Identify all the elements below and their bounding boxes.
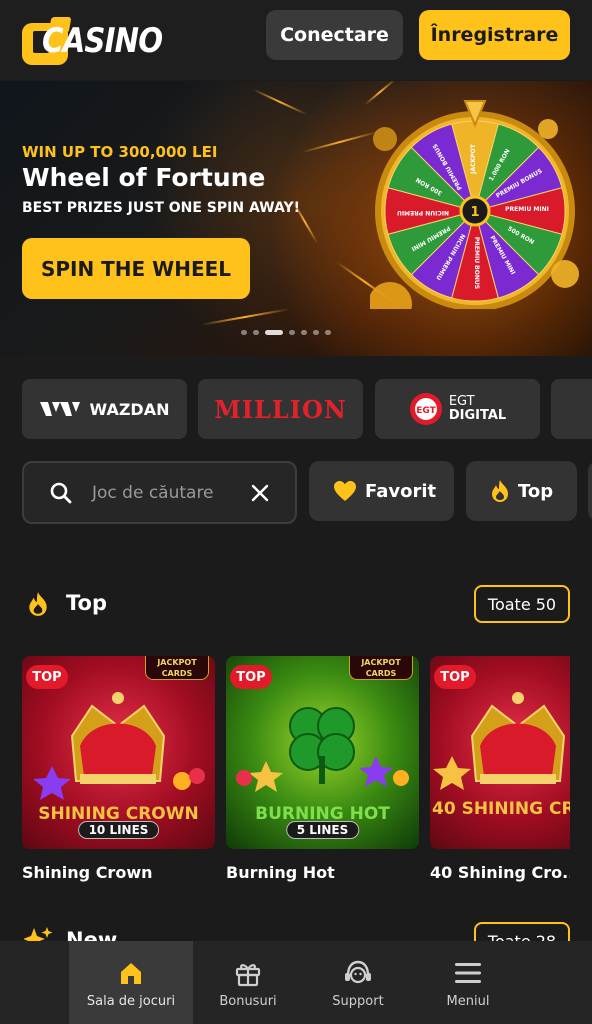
banner-title: Wheel of Fortune (22, 163, 266, 192)
clear-search-icon[interactable] (250, 483, 270, 503)
nav-label: Meniul (446, 994, 490, 1009)
wheel-segment-label: PREMIU BONUS (473, 237, 480, 289)
provider-million[interactable]: MILLION (198, 379, 363, 439)
menu-icon (455, 963, 481, 983)
card-art-lines: 5 LINES (285, 821, 360, 839)
nav-item-games-lobby[interactable]: Sala de jocuri (69, 941, 193, 1024)
banner-subtitle: BEST PRIZES JUST ONE SPIN AWAY! (22, 200, 300, 216)
card-art-lines: 10 LINES (77, 821, 160, 839)
flame-icon (492, 480, 508, 502)
see-all-top-button[interactable]: Toate 50 (474, 585, 570, 623)
home-icon (121, 963, 141, 984)
spin-wheel-button[interactable]: SPIN THE WHEEL (22, 238, 250, 299)
provider-sublabel: DIGITAL (448, 408, 507, 423)
game-card-40-shining-crown[interactable]: TOP 40 SHINING CR (430, 656, 570, 849)
flame-icon (29, 592, 47, 616)
game-name[interactable]: 40 Shining Cro... (430, 863, 570, 882)
heart-icon (334, 481, 356, 501)
logo-text: CASINO (42, 21, 163, 61)
providers-strip: WAZDAN MILLION EGT EGT DIGITAL (22, 379, 592, 439)
svg-text:EGT: EGT (416, 406, 436, 416)
nav-label: Sala de jocuri (86, 994, 176, 1009)
register-button[interactable]: Înregistrare (419, 10, 570, 60)
wheel-segment-label: NICIUN PREMIU (397, 209, 449, 216)
game-card-shining-crown[interactable]: TOP JACKPOT CARDS SHINING CROWN 10 LINES (22, 656, 215, 849)
top-header: CASINO Conectare Înregistrare (0, 0, 592, 80)
wheel-segment-label: JACKPOT (470, 143, 477, 174)
bottom-navigation: Sala de jocuri Bonusuri Support Meniul (0, 941, 592, 1024)
search-placeholder: Joc de căutare (92, 483, 214, 503)
svg-text:1: 1 (470, 205, 479, 220)
section-title-top: Top (66, 591, 107, 615)
jackpot-cards-badge: JACKPOT CARDS (145, 656, 209, 680)
pagination-dot[interactable] (325, 330, 331, 335)
banner-pagination (241, 330, 331, 335)
nav-item-bonuses[interactable]: Bonusuri (186, 941, 310, 1024)
provider-label: WAZDAN (89, 399, 170, 419)
egt-logo-icon: EGT (409, 393, 442, 425)
promo-banner[interactable]: WIN UP TO 300,000 LEI Wheel of Fortune B… (0, 81, 592, 356)
nav-label: Support (332, 994, 384, 1009)
provider-label: MILLION (214, 394, 347, 424)
nav-label: Bonusuri (219, 994, 277, 1009)
filter-favorite[interactable]: Favorit (309, 461, 454, 521)
filter-favorite-label: Favorit (365, 480, 437, 502)
provider-label: EGT (448, 394, 475, 409)
fortune-wheel-image: JACKPOT 1.000 RONPREMIU BONUSPREMIU MINI5… (370, 100, 579, 309)
provider-wazdan[interactable]: WAZDAN (22, 379, 187, 439)
logo-mark-icon (22, 17, 72, 65)
game-name[interactable]: Shining Crown (22, 863, 215, 882)
provider-egt[interactable]: EGT EGT DIGITAL (375, 379, 540, 439)
casino-logo[interactable]: CASINO (22, 12, 182, 70)
wheel-segment-label: PREMIU MINI (505, 206, 549, 213)
pagination-dot[interactable] (313, 330, 319, 335)
card-art-title: 40 SHINING CR (432, 799, 570, 819)
pagination-dot[interactable] (289, 330, 295, 335)
provider-next[interactable] (551, 379, 592, 439)
filter-next[interactable] (588, 461, 592, 521)
top-badge: TOP (26, 665, 68, 689)
login-button[interactable]: Conectare (266, 10, 403, 60)
game-name[interactable]: Burning Hot (226, 863, 419, 882)
game-search-box[interactable]: Joc de căutare (22, 461, 297, 524)
nav-item-menu[interactable]: Meniul (406, 941, 530, 1024)
wazdan-logo-icon (39, 402, 80, 416)
search-icon (50, 482, 72, 504)
headset-icon (345, 960, 371, 984)
pagination-dot[interactable] (265, 330, 283, 335)
banner-eyebrow: WIN UP TO 300,000 LEI (22, 143, 218, 161)
top-badge: TOP (230, 665, 272, 689)
pagination-dot[interactable] (301, 330, 307, 335)
filter-top-label: Top (518, 480, 554, 502)
jackpot-cards-badge: JACKPOT CARDS (349, 656, 413, 680)
pagination-dot[interactable] (253, 330, 259, 335)
pagination-dot[interactable] (241, 330, 247, 335)
gift-icon (235, 964, 261, 987)
top-badge: TOP (434, 665, 476, 689)
nav-item-support[interactable]: Support (296, 941, 420, 1024)
game-card-burning-hot[interactable]: TOP JACKPOT CARDS BURNING HOT 5 LINES (226, 656, 419, 849)
filter-top[interactable]: Top (466, 461, 577, 521)
